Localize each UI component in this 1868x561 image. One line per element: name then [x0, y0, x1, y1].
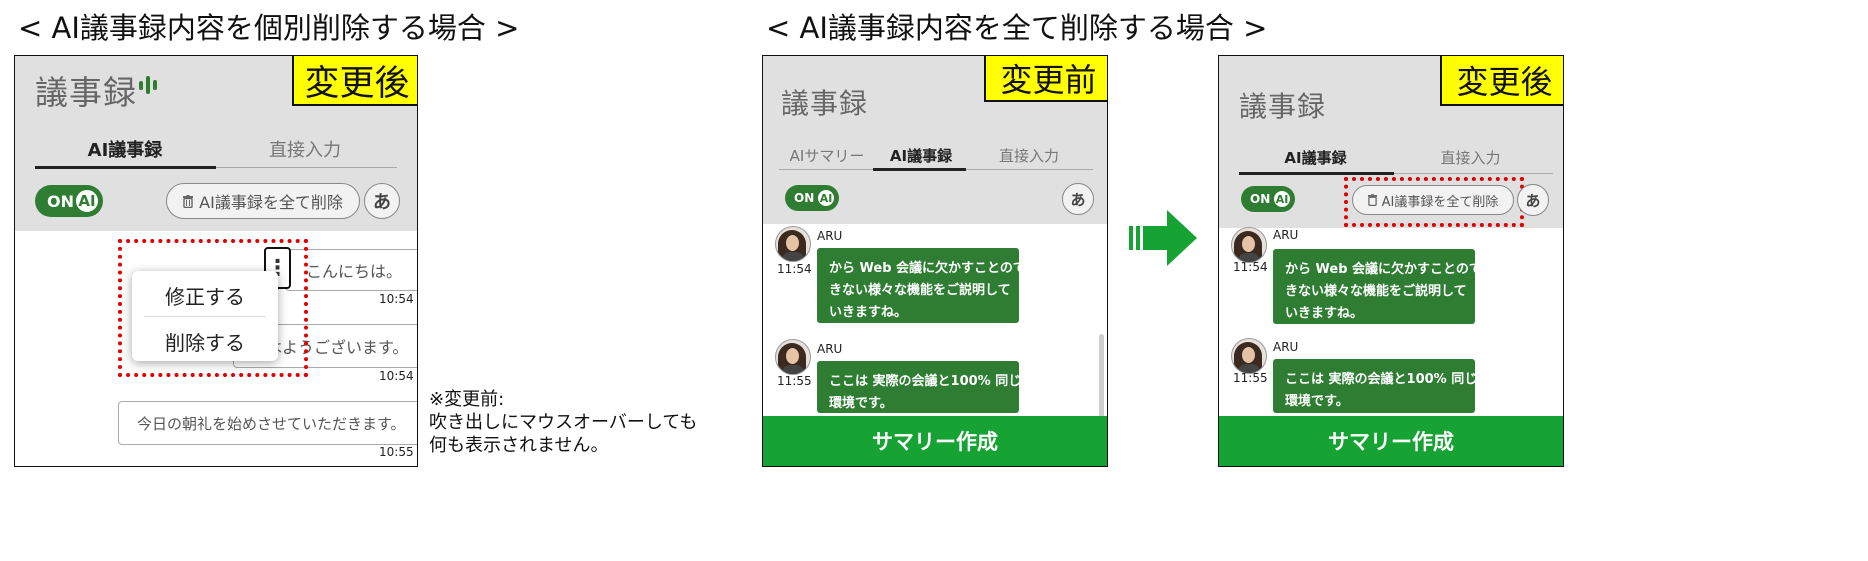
font-size-button[interactable]: あ	[1517, 184, 1549, 216]
chat-bubble-text: こんにちは。	[306, 262, 403, 281]
tab-ai-minutes[interactable]: AI議事録	[871, 145, 971, 166]
panel-title: 議事録	[1239, 90, 1327, 123]
speaker-name: ARU	[817, 229, 843, 243]
avatar-icon	[775, 226, 811, 262]
toggle-ai-badge: AI	[816, 188, 836, 208]
right-arrow-icon	[1129, 210, 1199, 266]
toggle-on-label: ON	[1250, 192, 1271, 206]
panel-title: 議事録	[781, 87, 869, 120]
font-size-button[interactable]: あ	[1062, 183, 1094, 215]
scrollbar-thumb[interactable]	[1099, 334, 1104, 419]
message-time: 11:54	[777, 262, 812, 276]
minutes-bubble[interactable]: から Web 会議に欠かすことので きない様々な機能をご説明して いきますね。	[817, 248, 1026, 323]
toggle-ai-badge: AI	[1272, 189, 1292, 209]
heading-delete-all: < AI議事録内容を全て削除する場合 >	[766, 11, 1268, 45]
minutes-panel-individual: 議事録 変更後 AI議事録 直接入力 ON AI AI議事録を全て削除 あ こん…	[14, 55, 418, 467]
toggle-on-label: ON	[794, 191, 815, 205]
minutes-bubble[interactable]: ここは 実際の会議と100% 同じ 環境です。	[817, 361, 1021, 413]
speaker-name: ARU	[1273, 228, 1299, 242]
trash-icon	[183, 194, 194, 208]
avatar-icon	[1231, 338, 1267, 374]
tab-direct-input[interactable]: 直接入力	[1393, 147, 1548, 168]
create-summary-button[interactable]: サマリー作成	[763, 416, 1107, 466]
avatar-icon	[1231, 227, 1267, 263]
highlight-box	[118, 239, 308, 377]
audio-bars-icon	[137, 74, 161, 96]
delete-all-minutes-button[interactable]: AI議事録を全て削除	[166, 183, 360, 219]
chat-bubble[interactable]: 今日の朝礼を始めさせていただきます。	[118, 401, 417, 445]
minutes-bubble[interactable]: から Web 会議に欠かすことので きない様々な機能をご説明して いきますね。	[1273, 249, 1482, 324]
ai-toggle[interactable]: ON AI	[1241, 186, 1295, 212]
minutes-panel-after: 議事録 変更後 AI議事録 直接入力 ON AI AI議事録を全て削除 あ AR…	[1218, 55, 1564, 467]
chat-bubble-text: 今日の朝礼を始めさせていただきます。	[137, 414, 406, 433]
ai-toggle[interactable]: ON AI	[785, 185, 839, 211]
highlight-box	[1344, 177, 1524, 227]
before-change-tag: 変更前	[984, 56, 1107, 102]
message-time: 11:55	[777, 374, 812, 388]
font-size-button[interactable]: あ	[364, 183, 400, 219]
message-time: 10:55	[379, 445, 414, 459]
speaker-name: ARU	[1273, 340, 1299, 354]
create-summary-button[interactable]: サマリー作成	[1219, 416, 1563, 466]
before-change-note: ※変更前: 吹き出しにマウスオーバーしても 何も表示されません。	[429, 389, 698, 456]
message-time: 10:54	[379, 292, 414, 306]
after-change-tag: 変更後	[1440, 56, 1563, 106]
toggle-ai-badge: AI	[74, 188, 100, 214]
tab-active-underline	[1239, 172, 1394, 175]
tab-ai-minutes[interactable]: AI議事録	[1239, 147, 1392, 168]
tab-active-underline	[873, 168, 966, 171]
minutes-panel-before: 議事録 変更前 AIサマリー AI議事録 直接入力 ON AI あ ARU 11…	[762, 55, 1108, 467]
tab-direct-input[interactable]: 直接入力	[215, 136, 395, 162]
message-time: 10:54	[379, 369, 414, 383]
tab-ai-minutes[interactable]: AI議事録	[35, 136, 215, 162]
toggle-on-label: ON	[47, 191, 74, 211]
ai-toggle[interactable]: ON AI	[35, 185, 103, 217]
avatar-icon	[775, 339, 811, 375]
tab-direct-input[interactable]: 直接入力	[979, 145, 1079, 166]
message-time: 11:55	[1233, 371, 1268, 385]
speaker-name: ARU	[817, 342, 843, 356]
after-change-tag: 変更後	[292, 56, 417, 106]
minutes-bubble[interactable]: ここは 実際の会議と100% 同じ 環境です。	[1273, 359, 1477, 413]
heading-individual-delete: < AI議事録内容を個別削除する場合 >	[18, 11, 520, 45]
panel-title: 議事録	[35, 73, 137, 112]
delete-all-label: AI議事録を全て削除	[199, 193, 343, 212]
tab-ai-summary[interactable]: AIサマリー	[777, 145, 877, 166]
tab-active-underline	[35, 166, 216, 169]
message-time: 11:54	[1233, 260, 1268, 274]
